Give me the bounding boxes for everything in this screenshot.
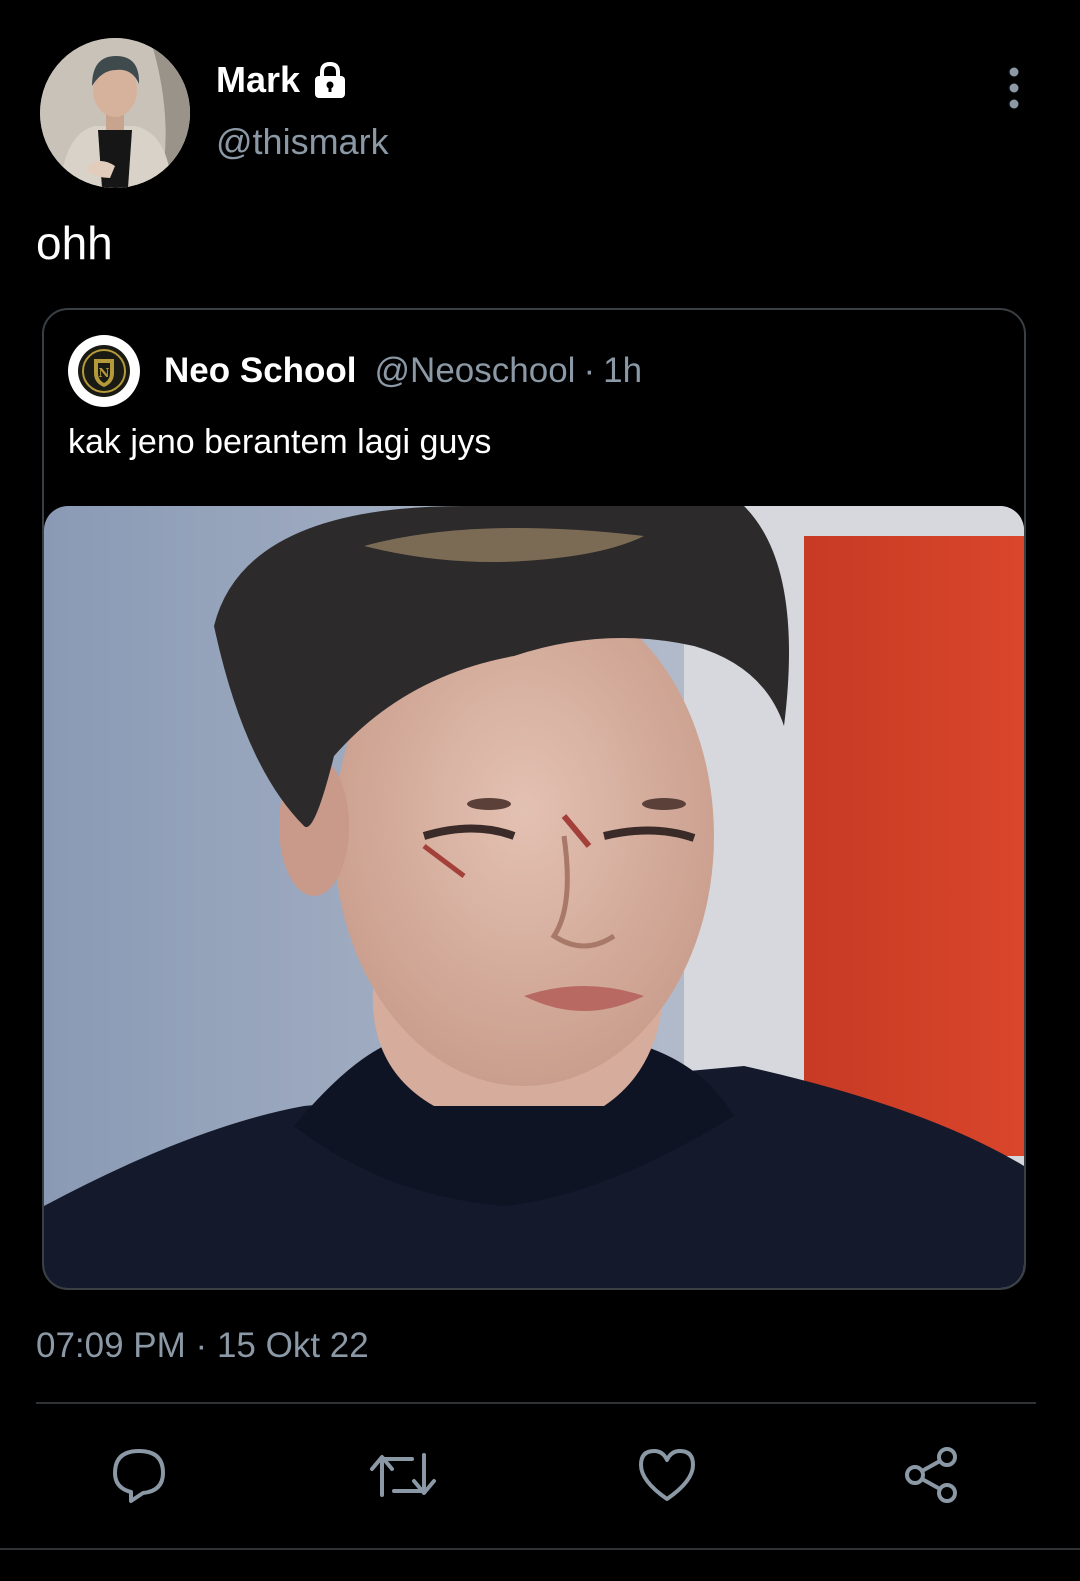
share-icon xyxy=(905,1447,957,1503)
tweet-date: 15 Okt 22 xyxy=(216,1326,369,1365)
reply-button[interactable] xyxy=(104,1440,174,1510)
quoted-separator: · xyxy=(583,351,596,390)
like-button[interactable] xyxy=(632,1440,702,1510)
svg-text:N: N xyxy=(99,366,110,380)
tweet-header: Mark @thismark xyxy=(36,36,1044,196)
author-display-name[interactable]: Mark xyxy=(216,58,300,102)
quoted-author-handle[interactable]: @Neoschool xyxy=(375,351,576,391)
heart-icon xyxy=(639,1449,695,1501)
author-name-row: Mark xyxy=(216,58,350,102)
lock-icon xyxy=(310,60,350,100)
divider xyxy=(36,1402,1036,1404)
quoted-author-name[interactable]: Neo School xyxy=(164,351,357,391)
school-crest-icon: N xyxy=(78,345,130,397)
quoted-tweet-header: N Neo School @Neoschool · 1h xyxy=(68,334,642,408)
tweet-timestamp-separator: · xyxy=(195,1326,208,1365)
quoted-tweet-text: kak jeno berantem lagi guys xyxy=(68,423,492,461)
author-avatar[interactable] xyxy=(40,38,190,188)
quoted-tweet-photo[interactable] xyxy=(44,506,1024,1288)
tweet-timestamp[interactable]: 07:09 PM · 15 Okt 22 xyxy=(36,1322,369,1370)
share-button[interactable] xyxy=(896,1440,966,1510)
avatar-image xyxy=(40,38,190,188)
bottom-divider xyxy=(0,1548,1080,1550)
portrait-photo xyxy=(44,506,1024,1288)
more-options-icon[interactable] xyxy=(1002,66,1026,110)
tweet-action-bar xyxy=(0,1430,1080,1520)
tweet-time: 07:09 PM xyxy=(36,1326,186,1365)
retweet-button[interactable] xyxy=(368,1440,438,1510)
reply-icon xyxy=(113,1449,165,1503)
author-handle[interactable]: @thismark xyxy=(216,120,389,164)
quoted-tweet-card[interactable]: N Neo School @Neoschool · 1h kak jeno be… xyxy=(42,308,1026,1290)
tweet-text: ohh xyxy=(36,217,113,269)
retweet-icon xyxy=(370,1453,436,1497)
quoted-time-ago: 1h xyxy=(603,351,643,390)
quoted-author-avatar[interactable]: N xyxy=(68,335,140,407)
